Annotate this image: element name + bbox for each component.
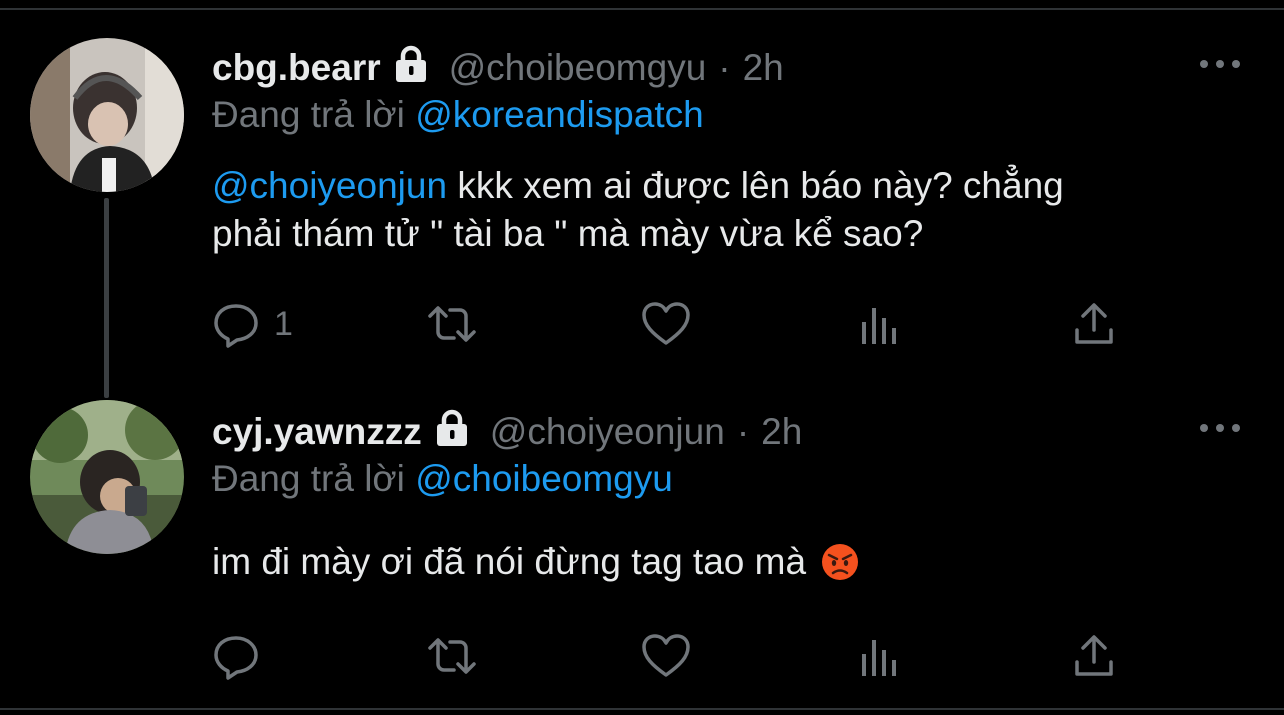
replying-prefix: Đang trả lời	[212, 458, 405, 499]
replying-prefix: Đang trả lời	[212, 94, 405, 135]
thread-connector-line	[104, 198, 109, 398]
avatar-cyj-yawnzzz[interactable]	[30, 400, 184, 554]
handle[interactable]: @choibeomgyu	[449, 47, 707, 89]
reply-button[interactable]: 1	[212, 300, 293, 348]
retweet-icon	[424, 300, 480, 348]
reply-button[interactable]	[212, 632, 260, 680]
replying-to: Đang trả lời @choibeomgyu	[212, 458, 673, 500]
retweet-button[interactable]	[424, 632, 480, 680]
reply-count: 1	[274, 304, 293, 343]
display-name[interactable]: cyj.yawnzzz	[212, 411, 422, 453]
tweet-1[interactable]: cbg.bearr @choibeomgyu · 2h Đang trả lời…	[0, 0, 1284, 398]
reply-icon	[212, 300, 260, 348]
retweet-button[interactable]	[424, 300, 480, 348]
like-icon	[640, 300, 692, 348]
replying-to: Đang trả lời @koreandispatch	[212, 94, 704, 136]
action-bar: 1	[212, 300, 1132, 348]
share-icon	[1072, 300, 1116, 348]
timestamp[interactable]: 2h	[743, 47, 784, 89]
body-line1: kkk xem ai được lên báo này? chẳng	[447, 165, 1064, 206]
action-bar	[212, 632, 1132, 680]
like-icon	[640, 632, 692, 680]
body-line2: phải thám tử " tài ba " mà mày vừa kể sa…	[212, 213, 924, 254]
views-icon	[858, 300, 902, 348]
reply-icon	[212, 632, 260, 680]
display-name[interactable]: cbg.bearr	[212, 47, 381, 89]
tweet-header: cbg.bearr @choibeomgyu · 2h	[212, 44, 784, 93]
more-icon[interactable]	[1200, 54, 1240, 74]
views-button[interactable]	[858, 300, 902, 348]
angry-face-emoji	[820, 542, 860, 582]
like-button[interactable]	[640, 300, 692, 348]
share-icon	[1072, 632, 1116, 680]
body-text: im đi mày ơi đã nói đừng tag tao mà	[212, 541, 807, 582]
views-icon	[858, 632, 902, 680]
separator-dot: ·	[718, 47, 731, 88]
handle[interactable]: @choiyeonjun	[490, 411, 725, 453]
tweet-header: cyj.yawnzzz @choiyeonjun · 2h	[212, 408, 802, 457]
retweet-icon	[424, 632, 480, 680]
lock-icon	[391, 44, 431, 93]
lock-icon	[432, 408, 472, 457]
more-icon[interactable]	[1200, 418, 1240, 438]
like-button[interactable]	[640, 632, 692, 680]
bottom-divider	[0, 708, 1284, 710]
replying-to-mention[interactable]: @koreandispatch	[415, 94, 704, 135]
replying-to-mention[interactable]: @choibeomgyu	[415, 458, 673, 499]
body-mention[interactable]: @choiyeonjun	[212, 165, 447, 206]
tweet-2[interactable]: cyj.yawnzzz @choiyeonjun · 2h Đang trả l…	[0, 390, 1284, 715]
views-button[interactable]	[858, 632, 902, 680]
tweet-text: @choiyeonjun kkk xem ai được lên báo này…	[212, 162, 1232, 258]
separator-dot: ·	[736, 411, 750, 452]
share-button[interactable]	[1072, 632, 1116, 680]
timestamp[interactable]: 2h	[761, 411, 802, 453]
tweet-text: im đi mày ơi đã nói đừng tag tao mà	[212, 538, 1232, 586]
share-button[interactable]	[1072, 300, 1116, 348]
avatar-cbg-bearr[interactable]	[30, 38, 184, 192]
